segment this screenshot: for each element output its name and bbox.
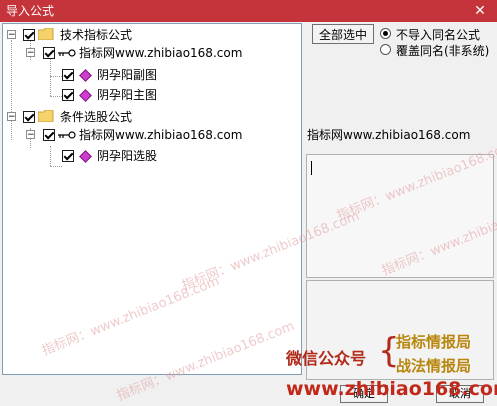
collapse-icon[interactable]: − — [26, 48, 35, 58]
node-checkbox[interactable] — [23, 111, 35, 123]
node-label: 阴孕阳副图 — [97, 68, 158, 82]
tree-connector — [50, 76, 62, 77]
formula-tree[interactable]: − 技术指标公式 − 指标网www.zhibiao168.com 阴孕阳副图 阴… — [2, 23, 302, 375]
key-icon — [58, 131, 76, 139]
radio-label: 覆盖同名(非系统) — [396, 44, 490, 58]
collapse-icon[interactable]: − — [7, 112, 16, 122]
ad-line-2: 战法情报局 — [396, 357, 472, 375]
tree-connector — [50, 166, 62, 167]
formula-diamond-icon — [79, 69, 92, 82]
tree-connector — [50, 146, 51, 166]
node-label: 阴孕阳选股 — [97, 149, 158, 163]
radio-overwrite-same[interactable] — [380, 44, 391, 55]
node-checkbox[interactable] — [62, 69, 74, 81]
title-bar: 导入公式 ✕ — [0, 0, 497, 22]
folder-icon — [38, 28, 54, 40]
ad-line-1: 指标情报局 — [396, 333, 472, 351]
radio-no-import-same[interactable] — [380, 28, 391, 39]
close-icon[interactable]: ✕ — [469, 0, 491, 22]
node-label: 条件选股公式 — [60, 110, 133, 124]
collapse-icon[interactable]: − — [7, 30, 16, 40]
node-checkbox[interactable] — [62, 150, 74, 162]
node-checkbox[interactable] — [43, 129, 55, 141]
ad-url: www.zhibiao168.com — [286, 378, 497, 400]
ad-wechat-text: 微信公众号 — [286, 349, 367, 368]
radio-label: 不导入同名公式 — [396, 28, 481, 42]
text-caret — [311, 161, 312, 175]
node-checkbox[interactable] — [23, 29, 35, 41]
tree-connector — [50, 58, 51, 96]
node-label: 技术指标公式 — [60, 28, 133, 42]
node-checkbox[interactable] — [43, 47, 55, 59]
formula-diamond-icon — [79, 89, 92, 102]
node-label: 指标网www.zhibiao168.com — [79, 128, 243, 142]
node-label: 阴孕阳主图 — [97, 88, 158, 102]
collapse-icon[interactable]: − — [26, 130, 35, 140]
tree-connector — [50, 96, 62, 97]
formula-diamond-icon — [79, 150, 92, 163]
key-icon — [58, 49, 76, 57]
select-all-button[interactable]: 全部选中 — [312, 24, 374, 44]
node-label: 指标网www.zhibiao168.com — [79, 46, 243, 60]
formula-author-text: 指标网www.zhibiao168.com — [307, 128, 471, 142]
window-title: 导入公式 — [6, 4, 55, 18]
tree-connector — [11, 40, 12, 140]
folder-icon — [38, 110, 54, 122]
node-checkbox[interactable] — [62, 89, 74, 101]
